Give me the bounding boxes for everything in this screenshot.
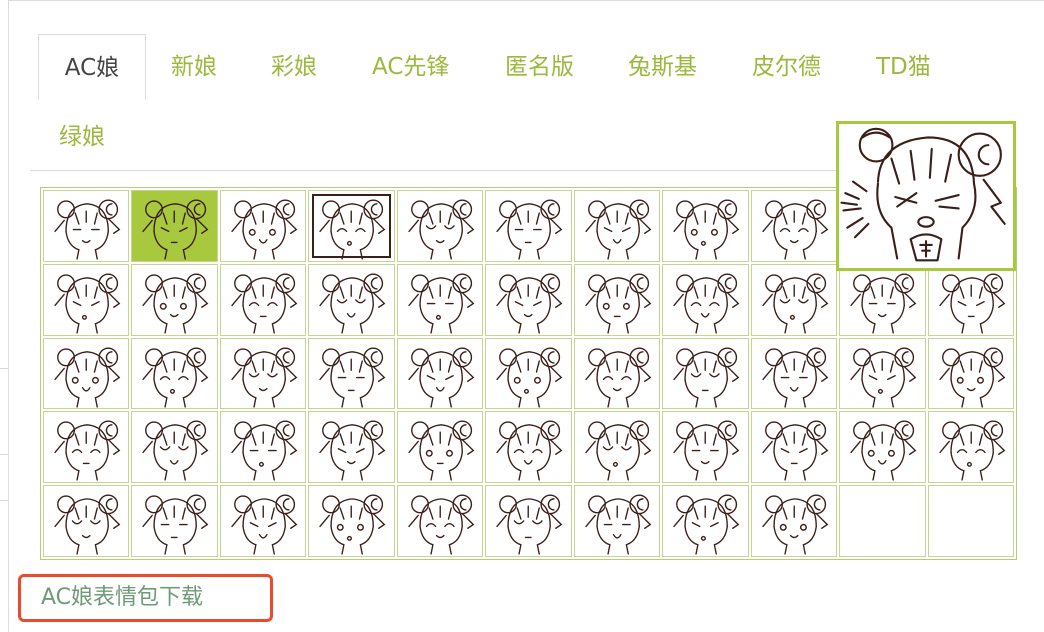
emoticon-pack-download-link[interactable]: AC娘表情包下载 (18, 574, 273, 622)
emoticon-cell[interactable] (927, 263, 1014, 336)
emoticon-cell[interactable] (219, 337, 307, 410)
emoticon-cell[interactable] (750, 190, 838, 262)
emoticon-cell[interactable] (485, 263, 572, 336)
emoticon-cell[interactable] (927, 411, 1014, 484)
emoticon-cell[interactable] (219, 263, 307, 336)
emoticon-cell[interactable] (485, 190, 572, 262)
emoticon-cell[interactable] (750, 411, 838, 484)
emoticon-cell[interactable] (396, 411, 484, 484)
empty-emoticon-cell (839, 485, 926, 557)
emoticon-cell[interactable] (308, 485, 395, 557)
emoticon-cell[interactable] (750, 485, 838, 557)
emoticon-cell[interactable] (219, 485, 307, 557)
emoticon-cell[interactable] (131, 411, 218, 484)
emoticon-cell[interactable] (662, 263, 749, 336)
emoticon-cell[interactable] (573, 485, 661, 557)
emoticon-cell[interactable] (927, 337, 1014, 410)
tab-xin-niang[interactable]: 新娘 (171, 34, 217, 100)
tab-pierde[interactable]: 皮尔德 (752, 34, 821, 100)
emoticon-cell[interactable] (43, 263, 130, 336)
tab-td-cat[interactable]: TD猫 (876, 34, 931, 100)
tab-ac-niang[interactable]: AC娘 (38, 34, 146, 100)
emoticon-cell[interactable] (485, 337, 572, 410)
emoticon-cell[interactable] (485, 411, 572, 484)
emoticon-cell[interactable] (131, 485, 218, 557)
emoticon-cell[interactable] (43, 190, 130, 262)
tab-ac-vanguard[interactable]: AC先锋 (372, 34, 449, 100)
emoticon-cell[interactable] (662, 485, 749, 557)
emoticon-cell[interactable] (662, 190, 749, 262)
tab-lv-niang[interactable]: 绿娘 (59, 104, 105, 170)
emoticon-cell[interactable] (219, 411, 307, 484)
emoticon-cell[interactable] (839, 263, 926, 336)
tab-cai-niang[interactable]: 彩娘 (271, 34, 317, 100)
emoticon-cell[interactable] (396, 263, 484, 336)
emoticon-cell[interactable] (131, 263, 218, 336)
emoticon-cell[interactable] (131, 337, 218, 410)
emoticon-cell[interactable] (839, 411, 926, 484)
emoticon-cell[interactable] (750, 337, 838, 410)
emoticon-cell[interactable] (396, 190, 484, 262)
emoticon-cell[interactable] (43, 411, 130, 484)
tab-tuzki[interactable]: 兔斯基 (628, 34, 697, 100)
emoticon-cell[interactable] (662, 411, 749, 484)
emoticon-cell[interactable] (396, 485, 484, 557)
emoticon-cell[interactable] (573, 190, 661, 262)
page-edge-marks (0, 0, 8, 632)
emoticon-cell[interactable] (219, 190, 307, 262)
ac-niang-blowing-preview-icon (840, 127, 1006, 262)
emoticon-cell[interactable] (308, 337, 395, 410)
emoticon-cell[interactable] (308, 263, 395, 336)
emoticon-cell[interactable] (750, 263, 838, 336)
emoticon-cell[interactable] (485, 485, 572, 557)
emoticon-cell[interactable] (131, 190, 218, 262)
emoticon-cell[interactable] (839, 337, 926, 410)
emoticon-cell[interactable] (308, 411, 395, 484)
emoticon-cell[interactable] (43, 485, 130, 557)
empty-emoticon-cell (927, 485, 1014, 557)
emoticon-cell[interactable] (308, 190, 395, 262)
emoticon-cell[interactable] (43, 337, 130, 410)
emoticon-cell[interactable] (396, 337, 484, 410)
tab-anonymous[interactable]: 匿名版 (505, 34, 574, 100)
emoticon-cell[interactable] (573, 263, 661, 336)
emoticon-preview (836, 121, 1016, 271)
emoticon-cell[interactable] (573, 411, 661, 484)
emoticon-cell[interactable] (662, 337, 749, 410)
emoticon-cell[interactable] (573, 337, 661, 410)
